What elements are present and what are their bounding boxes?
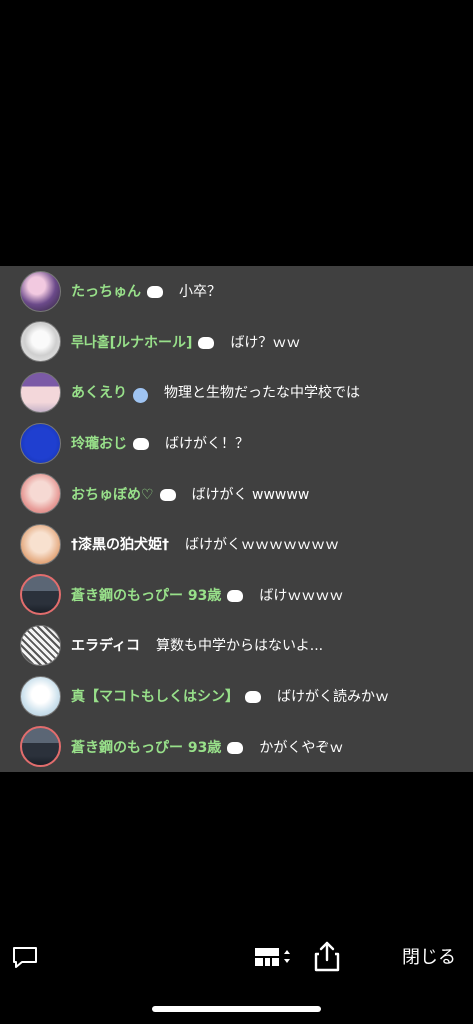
chat-username[interactable]: 蒼き鋼のもっぴー 93歳 [71,737,221,757]
chat-message: ばけがく読みかｗ [277,689,389,706]
chat-message: 物理と生物だったな中学校では [164,385,360,402]
avatar[interactable] [20,726,61,768]
avatar[interactable] [20,371,61,413]
chat-row: †漆黒の狛犬姫† ばけがくｗｗｗｗｗｗｗ [0,519,473,570]
avatar[interactable] [20,523,61,565]
chat-row: 루나홀[ルナホール] ばけ？ｗｗ [0,317,473,368]
avatar[interactable] [20,675,61,717]
chat-row: 蒼き鋼のもっぴー 93歳 かがくやぞｗ [0,721,473,772]
close-button[interactable]: 閉じる [402,943,456,969]
chat-row: たっちゅん 小卒？ [0,266,473,317]
chat-username[interactable]: †漆黒の狛犬姫† [71,534,169,554]
chat-message: ばけ？ｗｗ [230,334,301,351]
avatar[interactable] [20,321,61,363]
chat-username[interactable]: エラディコ [71,635,140,655]
chat-panel: たっちゅん 小卒？ 루나홀[ルナホール] ばけ？ｗｗ あくえり 物理と生物だった… [0,266,473,772]
chat-row: 蒼き鋼のもっぴー 93歳 ばけｗｗｗｗ [0,570,473,621]
avatar[interactable] [20,574,61,616]
avatar[interactable] [20,422,61,464]
chat-username[interactable]: あくえり [71,382,127,402]
cat-badge-icon [198,336,215,349]
chat-message: かがくやぞｗ [259,739,344,756]
cat-badge-icon [147,286,163,299]
chat-row: おちゅぼめ♡ ばけがく wwwww [0,468,473,519]
chat-message: ばけがくｗｗｗｗｗｗｗ [185,537,339,554]
avatar[interactable] [20,270,61,312]
chat-username[interactable]: たっちゅん [71,281,141,301]
cat-badge-icon [245,691,261,704]
chat-message: ばけがく！？ [165,436,249,453]
cat-badge-icon [133,438,149,451]
cat-badge-icon [227,741,244,754]
chat-bubble-icon[interactable] [12,946,38,970]
avatar[interactable] [20,624,61,666]
chat-username[interactable]: おちゅぼめ♡ [71,484,154,504]
bottom-toolbar: 閉じる [0,930,473,986]
share-icon[interactable] [314,940,340,972]
chat-row: 玲瓏おじ ばけがく！？ [0,418,473,469]
chat-row: あくえり 物理と生物だったな中学校では [0,367,473,418]
video-quality-icon[interactable] [254,944,294,970]
chat-message: 算数も中学からはないよ... [156,638,324,655]
chat-message: ばけがく wwwww [191,486,310,503]
chat-row: 真【マコトもしくはシン】 ばけがく読みかｗ [0,671,473,722]
chat-username[interactable]: 玲瓏おじ [71,433,127,453]
flower-badge-icon [133,387,148,403]
video-area [0,0,473,266]
avatar[interactable] [20,473,61,515]
cat-badge-icon [227,589,244,602]
chat-row: エラディコ 算数も中学からはないよ... [0,620,473,671]
home-indicator[interactable] [152,1006,321,1012]
chat-username[interactable]: 蒼き鋼のもっぴー 93歳 [71,585,221,605]
chat-username[interactable]: 真【マコトもしくはシン】 [71,686,239,706]
chat-message: 小卒？ [179,284,221,301]
chat-message: ばけｗｗｗｗ [259,587,344,604]
chat-username[interactable]: 루나홀[ルナホール] [71,332,192,352]
cat-badge-icon [159,488,176,501]
